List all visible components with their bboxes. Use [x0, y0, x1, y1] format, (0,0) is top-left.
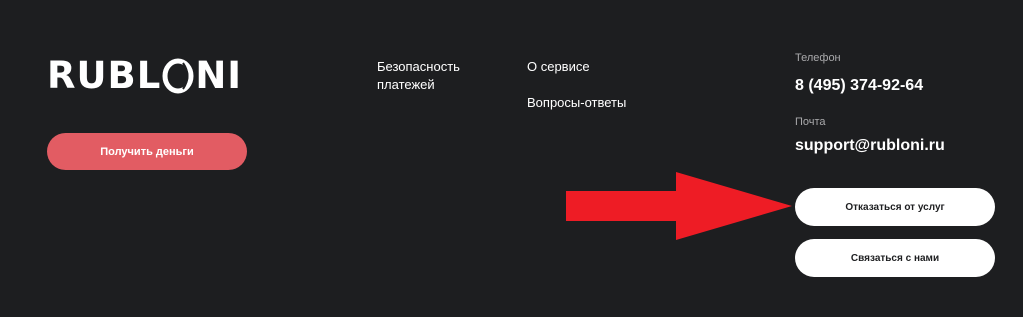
- get-money-button[interactable]: Получить деньги: [47, 133, 247, 170]
- logo-text-end: NI: [195, 54, 243, 97]
- nav-link-payment-security-line1: Безопасность: [377, 59, 460, 74]
- contact-us-button[interactable]: Связаться с нами: [795, 239, 995, 277]
- nav-link-payment-security-line2: платежей: [377, 77, 435, 92]
- nav-link-about-service[interactable]: О сервисе: [527, 58, 590, 76]
- email-link[interactable]: support@rubloni.ru: [795, 137, 945, 155]
- rubloni-logo[interactable]: RUBL NI: [47, 57, 242, 95]
- phone-number-link[interactable]: 8 (495) 374-92-64: [795, 77, 923, 95]
- logo-text-start: RUBL: [47, 54, 162, 97]
- red-arrow-icon: [566, 172, 792, 240]
- site-footer: RUBL NI Получить деньги Безопасность пла…: [0, 0, 1023, 317]
- coin-icon: [162, 58, 194, 94]
- refuse-services-button[interactable]: Отказаться от услуг: [795, 188, 995, 226]
- phone-label: Телефон: [795, 52, 841, 64]
- nav-link-faq[interactable]: Вопросы-ответы: [527, 94, 626, 112]
- nav-link-payment-security[interactable]: Безопасность платежей: [377, 58, 487, 94]
- email-label: Почта: [795, 116, 826, 128]
